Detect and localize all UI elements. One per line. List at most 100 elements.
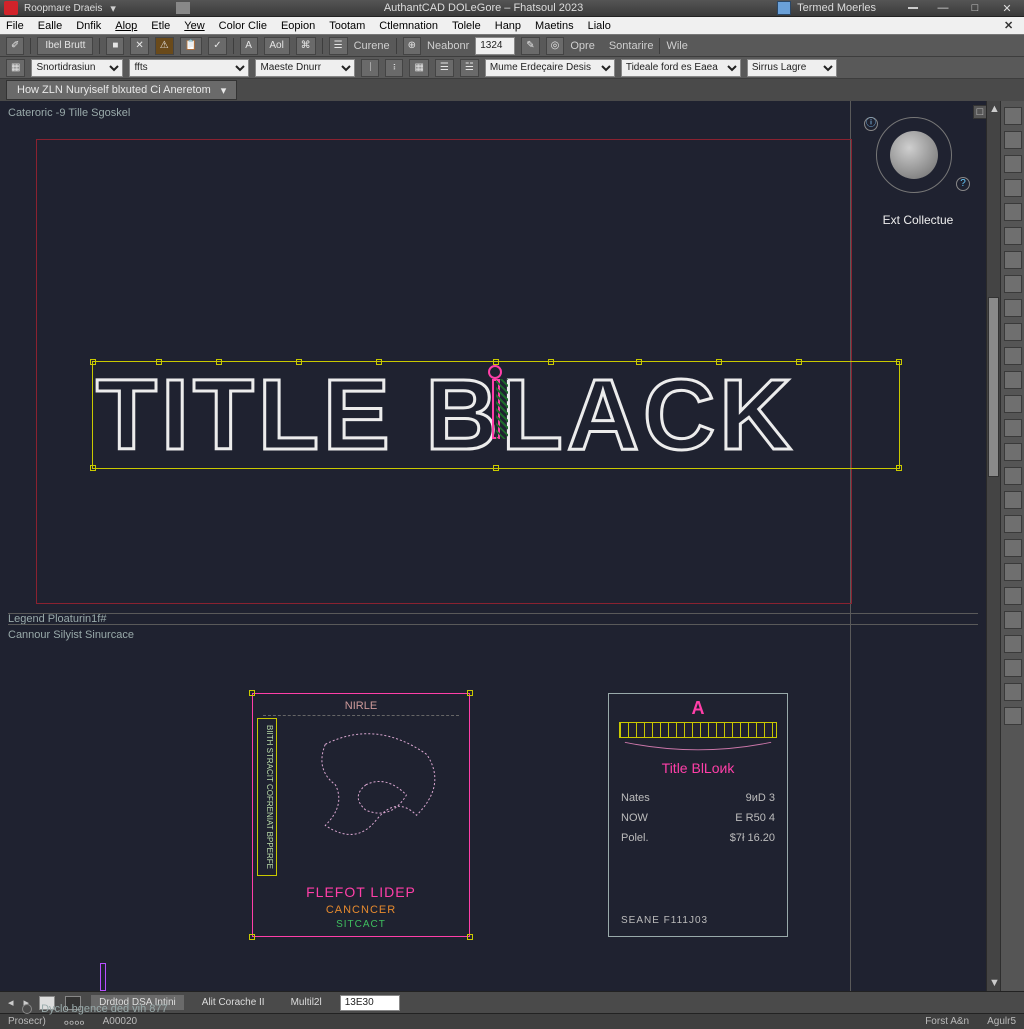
rb2-sel1[interactable]: Snortidrasiun — [31, 59, 123, 77]
side-tool-9[interactable] — [1004, 323, 1022, 341]
side-tool-6[interactable] — [1004, 251, 1022, 269]
rb-icon-tool[interactable]: ✐ — [6, 37, 24, 55]
rb2-icon[interactable]: ▦ — [6, 59, 25, 77]
layout-tab-3[interactable]: Multil2l — [283, 995, 330, 1010]
side-tool-10[interactable] — [1004, 347, 1022, 365]
viewcube-options-icon[interactable]: ? — [956, 177, 970, 191]
grip-bl[interactable] — [90, 465, 96, 471]
side-tool-16[interactable] — [1004, 491, 1022, 509]
rb2-i2[interactable]: ፧ — [385, 59, 403, 77]
rb-bar-icon[interactable]: ☰ — [329, 37, 348, 55]
rb2-sel6[interactable]: Sirrus Lagre — [747, 59, 837, 77]
grip-g8[interactable] — [796, 359, 802, 365]
grip-g4[interactable] — [376, 359, 382, 365]
menu-view[interactable]: Yew — [184, 20, 204, 32]
menu-maet[interactable]: Maetins — [535, 20, 574, 32]
side-tool-4[interactable] — [1004, 203, 1022, 221]
side-tool-15[interactable] — [1004, 467, 1022, 485]
tba-grip-bl[interactable] — [249, 934, 255, 940]
menu-option[interactable]: Eopion — [281, 20, 315, 32]
side-tool-19[interactable] — [1004, 563, 1022, 581]
viewport-horizontal-divider[interactable] — [8, 613, 978, 614]
menu-help[interactable]: Hanp — [495, 20, 521, 32]
side-tool-18[interactable] — [1004, 539, 1022, 557]
grip-bm[interactable] — [493, 465, 499, 471]
viewcube-face[interactable] — [890, 131, 938, 179]
grip-tr[interactable] — [896, 359, 902, 365]
grip-tl[interactable] — [90, 359, 96, 365]
grip-g1[interactable] — [156, 359, 162, 365]
rb-globe-icon[interactable]: ⊕ — [403, 37, 421, 55]
close-doc-button[interactable]: ✕ — [1004, 19, 1018, 33]
rb-check[interactable]: ✓ — [208, 37, 226, 55]
menu-color[interactable]: Color Clie — [219, 20, 267, 32]
rb2-i4[interactable]: ☰ — [435, 59, 454, 77]
doc-tab[interactable]: How ZLN Nuryiself blxuted Сi Aneretom ▾ — [6, 80, 237, 100]
menu-ctl[interactable]: Ctlemnation — [379, 20, 438, 32]
side-tool-1[interactable] — [1004, 131, 1022, 149]
side-tool-0[interactable] — [1004, 107, 1022, 125]
side-tool-5[interactable] — [1004, 227, 1022, 245]
tba-grip-br[interactable] — [467, 934, 473, 940]
side-tool-22[interactable] — [1004, 635, 1022, 653]
vertical-scrollbar[interactable]: ▲ ▼ — [986, 101, 1000, 991]
side-tool-20[interactable] — [1004, 587, 1022, 605]
rb-letter-a[interactable]: A — [240, 37, 258, 55]
side-tool-3[interactable] — [1004, 179, 1022, 197]
layout-input[interactable] — [340, 995, 400, 1011]
side-tool-7[interactable] — [1004, 275, 1022, 293]
rb-target-icon[interactable]: ◎ — [546, 37, 565, 55]
menu-etle[interactable]: Etle — [151, 20, 170, 32]
side-tool-23[interactable] — [1004, 659, 1022, 677]
rb-ibel-brutt[interactable]: Ibel Brutt — [37, 37, 93, 55]
grip-g5[interactable] — [548, 359, 554, 365]
grip-g7[interactable] — [716, 359, 722, 365]
rb2-sel5[interactable]: Tideale ford es Eaea — [621, 59, 741, 77]
rb-cmd-icon[interactable]: ⌘ — [296, 37, 316, 55]
rb2-sel4[interactable]: Mume Erdeçaire Desis — [485, 59, 615, 77]
panel-collapse-handle[interactable]: □ — [973, 105, 987, 119]
side-tool-17[interactable] — [1004, 515, 1022, 533]
rb-warn-icon[interactable]: ⚠ — [155, 37, 174, 55]
menu-tolele[interactable]: Tolele — [452, 20, 481, 32]
side-tool-11[interactable] — [1004, 371, 1022, 389]
menu-file[interactable]: File — [6, 20, 24, 32]
viewcube[interactable]: ⓘ ? Ext Collectue — [858, 117, 970, 237]
rb-aol[interactable]: Aol — [264, 37, 290, 55]
side-tool-8[interactable] — [1004, 299, 1022, 317]
grip-g6[interactable] — [636, 359, 642, 365]
layout-tab-2[interactable]: Alit Corache II — [194, 995, 273, 1010]
menu-tools[interactable]: Tootam — [329, 20, 365, 32]
viewcube-home-icon[interactable]: ⓘ — [864, 117, 878, 131]
canvas[interactable]: Cateroric -9 Tille Sgoskel TITLE BLACK — [0, 101, 986, 991]
rb-x[interactable]: ✕ — [130, 37, 148, 55]
rb-paste-icon[interactable]: 📋 — [180, 37, 202, 55]
titleblock-a[interactable]: NIRLE BIITH STRACIT COFRENIAT BPPERFE FL… — [252, 693, 470, 937]
side-tool-2[interactable] — [1004, 155, 1022, 173]
menu-dnfik[interactable]: Dnfik — [76, 20, 101, 32]
side-tool-14[interactable] — [1004, 443, 1022, 461]
titleblock-b[interactable]: A Title BlLoиk Nates9иD 3 NOWE R50 4 Pol… — [608, 693, 788, 937]
minimize-button[interactable]: — — [928, 0, 958, 17]
side-tool-13[interactable] — [1004, 419, 1022, 437]
grip-g3[interactable] — [296, 359, 302, 365]
rb-square[interactable]: ■ — [106, 37, 124, 55]
menu-edit[interactable]: Ealle — [38, 20, 62, 32]
tba-grip-tl[interactable] — [249, 690, 255, 696]
rb-pencil-icon[interactable]: ✎ — [521, 37, 539, 55]
rb2-i5[interactable]: ☱ — [460, 59, 479, 77]
side-tool-25[interactable] — [1004, 707, 1022, 725]
rb2-i3[interactable]: ▦ — [409, 59, 428, 77]
side-tool-24[interactable] — [1004, 683, 1022, 701]
grip-g2[interactable] — [216, 359, 222, 365]
rb2-i1[interactable]: ᛁ — [361, 59, 379, 77]
rb2-sel2[interactable]: ffts — [129, 59, 249, 77]
side-tool-12[interactable] — [1004, 395, 1022, 413]
scroll-thumb[interactable] — [988, 297, 999, 477]
menu-alop[interactable]: Alop — [115, 20, 137, 32]
rb2-sel3[interactable]: Maeste Dnurr — [255, 59, 355, 77]
side-tool-21[interactable] — [1004, 611, 1022, 629]
close-window-button[interactable]: ✕ — [992, 0, 1022, 17]
palette-icon[interactable] — [777, 1, 791, 15]
maximize-button[interactable]: □ — [960, 0, 990, 17]
